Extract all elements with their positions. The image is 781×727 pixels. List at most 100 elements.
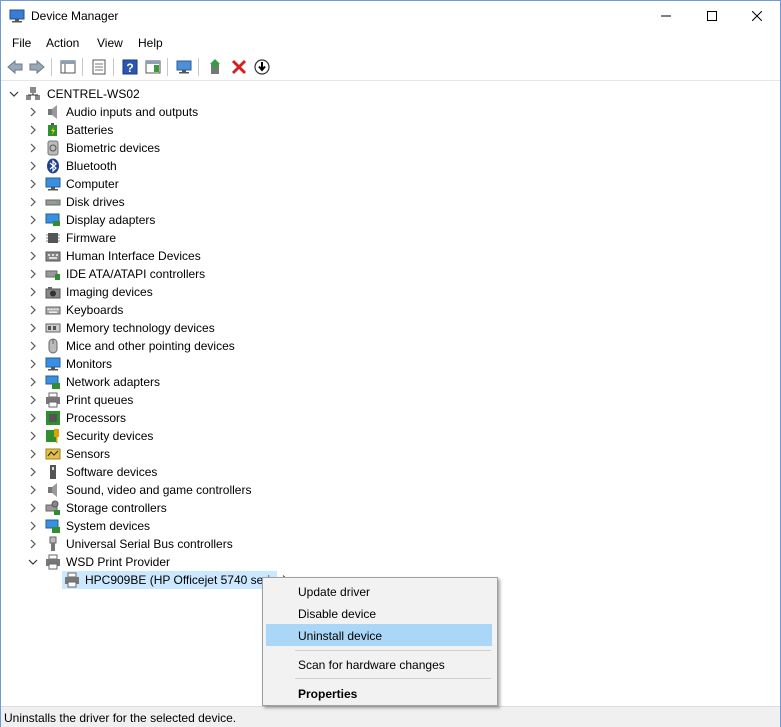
tree-item-label: IDE ATA/ATAPI controllers [66,267,206,281]
chevron-right-icon[interactable] [28,143,38,153]
chevron-right-icon[interactable] [28,449,38,459]
tree-root[interactable]: CENTREL-WS02 [1,85,780,103]
chevron-right-icon[interactable] [28,485,38,495]
tree-item-firmware[interactable]: Firmware [1,229,780,247]
chevron-right-icon[interactable] [28,341,38,351]
tree-item-bluetooth[interactable]: Bluetooth [1,157,780,175]
tree-item-display-adapters[interactable]: Display adapters [1,211,780,229]
computer-network-icon [26,87,40,100]
tree-item-sound-video[interactable]: Sound, video and game controllers [1,481,780,499]
tree-item-software-devices[interactable]: Software devices [1,463,780,481]
context-menu-separator [295,678,491,679]
chevron-right-icon[interactable] [28,251,38,261]
chevron-right-icon[interactable] [28,233,38,243]
chevron-right-icon[interactable] [28,125,38,135]
sound-controller-icon [48,483,57,497]
context-menu-item-label: Disable device [298,607,377,621]
tree-item-label: Imaging devices [66,285,153,299]
tree-item-label: Processors [66,411,127,425]
tree-item-print-queues[interactable]: Print queues [1,391,780,409]
chevron-right-icon[interactable] [28,269,38,279]
tree-item-biometric[interactable]: Biometric devices [1,139,780,157]
tree-item-mice[interactable]: Mice and other pointing devices [1,337,780,355]
chevron-right-icon[interactable] [28,287,38,297]
tree-item-storage[interactable]: Storage controllers [1,499,780,517]
toolbar-separator [167,58,168,76]
chevron-right-icon[interactable] [28,395,38,405]
download-icon[interactable] [253,58,271,76]
tree-item-keyboards[interactable]: Keyboards [1,301,780,319]
chevron-down-icon[interactable] [9,89,19,99]
network-adapter-icon [45,375,60,389]
tree-item-security[interactable]: Security devices [1,427,780,445]
chevron-right-icon[interactable] [28,107,38,117]
uninstall-icon[interactable] [230,58,248,76]
tree-item-system-devices[interactable]: System devices [1,517,780,535]
tree-item-batteries[interactable]: Batteries [1,121,780,139]
chevron-right-icon[interactable] [28,359,38,369]
context-menu-scan-hardware[interactable]: Scan for hardware changes [266,653,492,675]
system-device-icon [45,519,60,533]
tree-item-processors[interactable]: Processors [1,409,780,427]
context-menu-item-label: Uninstall device [298,629,383,643]
tree-item-computer[interactable]: Computer [1,175,780,193]
show-hide-console-tree-icon[interactable] [59,58,77,76]
context-menu-update-driver[interactable]: Update driver [266,580,492,602]
chevron-right-icon[interactable] [28,323,38,333]
menu-file[interactable]: File [12,36,31,50]
chevron-right-icon[interactable] [28,377,38,387]
tree-item-label: Security devices [66,429,154,443]
help-icon[interactable]: ? [121,58,139,76]
close-button[interactable] [734,1,780,31]
chevron-down-icon[interactable] [28,557,38,567]
scan-hardware-icon[interactable] [175,58,193,76]
printer-icon [46,392,60,408]
context-menu-uninstall-device[interactable]: Uninstall device [266,624,492,646]
properties-icon[interactable] [90,58,108,76]
context-menu-item-label: Update driver [298,585,371,599]
chevron-right-icon[interactable] [28,215,38,225]
chevron-right-icon[interactable] [28,161,38,171]
update-driver-icon[interactable] [207,58,225,76]
menu-action[interactable]: Action [46,36,79,50]
forward-arrow-icon[interactable] [28,58,46,76]
tree-item-label: WSD Print Provider [66,555,171,569]
tree-item-ide[interactable]: IDE ATA/ATAPI controllers [1,265,780,283]
minimize-button[interactable] [643,1,689,31]
chevron-right-icon[interactable] [28,197,38,207]
window-title: Device Manager [31,9,119,23]
tree-item-memory[interactable]: Memory technology devices [1,319,780,337]
processor-icon [46,411,60,425]
tree-item-usb[interactable]: Universal Serial Bus controllers [1,535,780,553]
battery-icon [48,123,57,136]
speaker-icon [48,105,57,119]
maximize-button[interactable] [689,1,735,31]
chevron-right-icon[interactable] [28,503,38,513]
tree-item-audio[interactable]: Audio inputs and outputs [1,103,780,121]
menu-view[interactable]: View [97,36,123,50]
camera-icon [45,287,61,299]
action-pane-icon[interactable] [144,58,162,76]
tree-item-network[interactable]: Network adapters [1,373,780,391]
title-bar[interactable]: Device Manager [1,1,780,31]
menu-help[interactable]: Help [138,36,163,50]
back-arrow-icon[interactable] [6,58,24,76]
tree-item-imaging[interactable]: Imaging devices [1,283,780,301]
display-adapter-icon [45,213,60,226]
tree-item-sensors[interactable]: Sensors [1,445,780,463]
chevron-right-icon[interactable] [28,413,38,423]
context-menu-properties[interactable]: Properties [266,682,492,704]
tree-item-disk-drives[interactable]: Disk drives [1,193,780,211]
tree-item-monitors[interactable]: Monitors [1,355,780,373]
chevron-right-icon[interactable] [28,467,38,477]
chevron-right-icon[interactable] [28,305,38,315]
chevron-right-icon[interactable] [28,431,38,441]
chevron-right-icon[interactable] [28,179,38,189]
chevron-right-icon[interactable] [28,521,38,531]
status-text: Uninstalls the driver for the selected d… [4,711,237,725]
minimize-icon [661,15,671,17]
tree-item-wsd-print-provider[interactable]: WSD Print Provider [1,553,780,571]
chevron-right-icon[interactable] [28,539,38,549]
tree-item-hid[interactable]: Human Interface Devices [1,247,780,265]
context-menu-disable-device[interactable]: Disable device [266,602,492,624]
